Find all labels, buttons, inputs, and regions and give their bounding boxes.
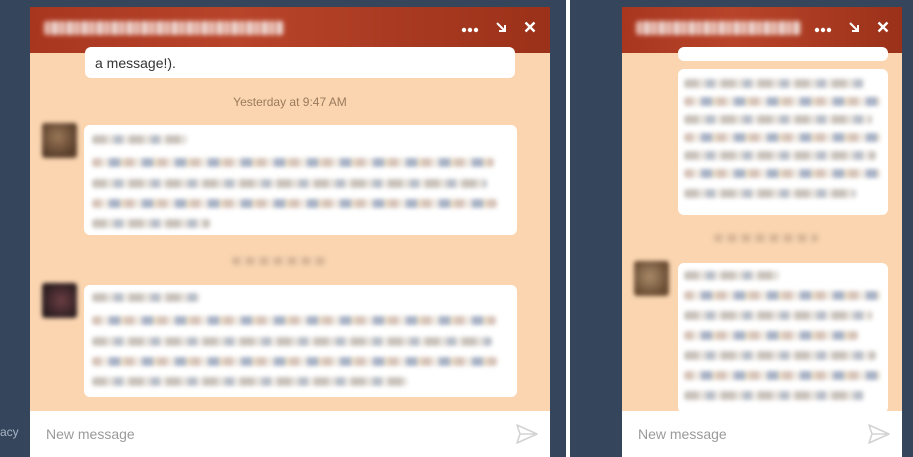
blurred-text-line [92,337,492,346]
blurred-chat-title [636,21,801,35]
chat-window-left: a message!). Yesterday at 9:47 AM [30,7,550,457]
blurred-sender-name [92,135,187,144]
blurred-chat-title [44,21,284,35]
blurred-text-line [92,219,210,228]
blurred-text-line [684,311,872,320]
message-bubble-blurred [84,125,517,235]
blurred-text-line [92,158,494,167]
message-composer [622,411,902,457]
blurred-text-line [92,357,497,366]
blurred-text-line [92,199,497,208]
panel-divider [566,0,570,457]
blurred-text-line [684,189,856,198]
message-bubble-blurred [678,69,888,215]
blurred-text-line [684,391,864,400]
more-options-button[interactable] [459,18,481,40]
blurred-timestamp [232,257,326,265]
close-icon [524,21,536,33]
more-options-button[interactable] [812,18,834,40]
arrow-down-right-icon [496,22,506,32]
message-bubble-blurred [678,263,888,413]
close-button[interactable] [872,18,894,40]
new-message-input[interactable] [44,425,412,443]
chat-window-right [622,7,902,457]
blurred-text-line [684,97,880,106]
blurred-sender-name [92,293,200,302]
message-bubble-blurred [678,47,888,61]
blurred-text-line [92,377,407,386]
message-timestamp: Yesterday at 9:47 AM [233,95,347,109]
blurred-text-line [92,316,496,325]
paper-plane-icon[interactable] [868,424,890,444]
blurred-timestamp [714,234,818,242]
minimize-button[interactable] [490,18,512,40]
new-message-input[interactable] [636,425,836,443]
avatar[interactable] [42,283,77,318]
more-horizontal-icon [461,27,479,33]
message-bubble-blurred [84,285,517,397]
blurred-text-line [684,151,876,160]
blurred-text-line [684,291,880,300]
blurred-text-line [684,371,880,380]
minimize-button[interactable] [843,18,865,40]
blurred-text-line [92,179,487,188]
blurred-text-line [684,169,880,178]
message-text: a message!). [95,55,176,71]
arrow-down-right-icon [849,22,859,32]
blurred-text-line [684,133,880,142]
paper-plane-icon[interactable] [516,424,538,444]
blurred-text-line [684,331,858,340]
blurred-text-line [684,115,872,124]
close-button[interactable] [519,18,541,40]
message-composer [30,411,550,457]
avatar[interactable] [634,261,669,296]
footer-link-privacy[interactable]: acy [0,425,19,439]
blurred-sender-name [684,271,779,280]
blurred-text-line [684,351,876,360]
avatar[interactable] [42,123,77,158]
blurred-text-line [684,79,864,88]
close-icon [877,21,889,33]
more-horizontal-icon [814,27,832,33]
message-bubble: a message!). [85,47,515,78]
